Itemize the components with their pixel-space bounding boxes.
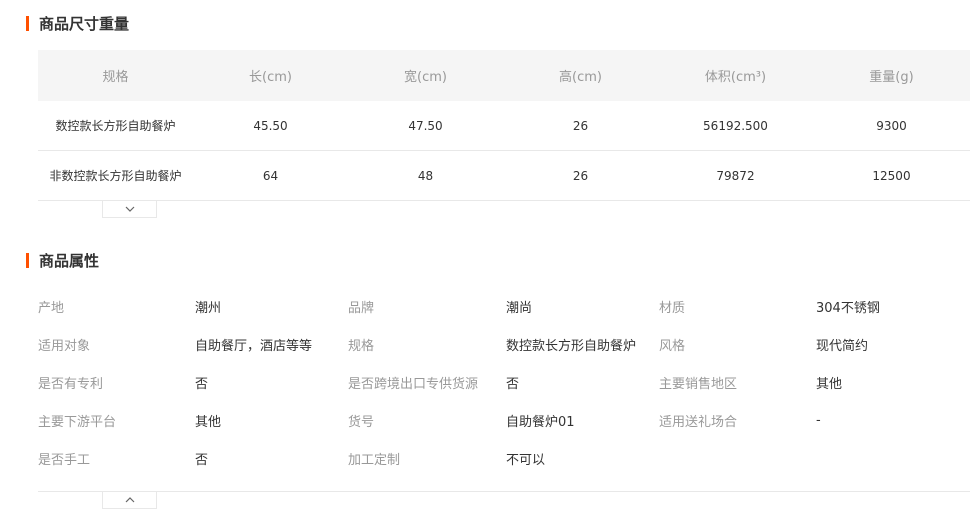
attr-label: 适用对象 <box>38 338 91 354</box>
size-cell-width: 48 <box>417 168 434 183</box>
attr-label: 是否跨境出口专供货源 <box>348 376 479 392</box>
attr-value: 否 <box>195 376 209 392</box>
attr-section-title: 商品属性 <box>26 251 100 270</box>
attr-value: 自助餐炉01 <box>506 414 575 430</box>
size-table: 规格 长(cm) 宽(cm) 高(cm) 体积(cm³) 重量(g) 数控款长方… <box>38 50 970 201</box>
attr-label: 主要销售地区 <box>659 376 738 392</box>
table-row: 非数控款长方形自助餐炉 64 48 26 79872 12500 <box>38 151 970 201</box>
attr-collapse-button[interactable] <box>102 492 157 509</box>
size-section-title-text: 商品尺寸重量 <box>39 14 130 33</box>
size-header-width: 宽(cm) <box>404 70 447 85</box>
attr-value: 数控款长方形自助餐炉 <box>506 338 637 354</box>
accent-bar <box>26 15 29 31</box>
attr-value: 其他 <box>816 376 843 392</box>
attr-value: 不可以 <box>506 452 546 468</box>
attr-label: 品牌 <box>348 300 375 316</box>
attr-row: 主要下游平台 其他 货号 自助餐炉01 适用送礼场合 - <box>38 401 970 439</box>
attr-row: 产地 潮州 品牌 潮尚 材质 304不锈钢 <box>38 287 970 325</box>
attr-row: 适用对象 自助餐厅，酒店等等 规格 数控款长方形自助餐炉 风格 现代简约 <box>38 325 970 363</box>
size-cell-volume: 56192.500 <box>703 118 768 133</box>
attr-value: 潮尚 <box>506 300 533 316</box>
attr-section-title-text: 商品属性 <box>39 251 100 270</box>
attr-value: 其他 <box>195 414 222 430</box>
table-row: 数控款长方形自助餐炉 45.50 47.50 26 56192.500 9300 <box>38 101 970 151</box>
size-cell-height: 26 <box>572 118 589 133</box>
attr-value: 潮州 <box>195 300 222 316</box>
size-header-spec: 规格 <box>102 70 129 85</box>
attr-label: 是否手工 <box>38 452 91 468</box>
attr-label: 规格 <box>348 338 375 354</box>
size-cell-width: 47.50 <box>408 118 443 133</box>
attr-value: 否 <box>195 452 209 468</box>
accent-bar <box>26 252 29 268</box>
attr-label: 材质 <box>659 300 686 316</box>
size-cell-height: 26 <box>572 168 589 183</box>
attr-label: 风格 <box>659 338 686 354</box>
attr-grid: 产地 潮州 品牌 潮尚 材质 304不锈钢 适用对象 自助餐厅，酒店等等 规格 … <box>38 287 970 477</box>
size-section-title: 商品尺寸重量 <box>26 14 130 33</box>
size-cell-weight: 12500 <box>872 168 911 183</box>
size-header-volume: 体积(cm³) <box>704 70 767 85</box>
attr-row: 是否有专利 否 是否跨境出口专供货源 否 主要销售地区 其他 <box>38 363 970 401</box>
size-table-header: 规格 长(cm) 宽(cm) 高(cm) 体积(cm³) 重量(g) <box>38 50 970 101</box>
attr-label: 适用送礼场合 <box>659 414 738 430</box>
attr-value: - <box>816 412 821 428</box>
attr-value: 否 <box>506 376 520 392</box>
size-header-length: 长(cm) <box>249 70 292 85</box>
attr-value: 自助餐厅，酒店等等 <box>195 338 313 354</box>
size-cell-spec: 非数控款长方形自助餐炉 <box>49 169 182 183</box>
size-cell-volume: 79872 <box>716 168 755 183</box>
attr-divider <box>38 491 970 492</box>
chevron-down-icon <box>125 206 134 212</box>
size-cell-weight: 9300 <box>876 118 907 133</box>
attr-label: 加工定制 <box>348 452 401 468</box>
size-cell-length: 64 <box>262 168 279 183</box>
chevron-up-icon <box>125 497 134 503</box>
attr-label: 主要下游平台 <box>38 414 117 430</box>
size-table-expand-button[interactable] <box>102 201 157 218</box>
attr-label: 货号 <box>348 414 375 430</box>
attr-row: 是否手工 否 加工定制 不可以 <box>38 439 970 477</box>
size-cell-length: 45.50 <box>253 118 288 133</box>
attr-value: 304不锈钢 <box>816 300 880 316</box>
attr-label: 是否有专利 <box>38 376 104 392</box>
size-cell-spec: 数控款长方形自助餐炉 <box>55 119 176 133</box>
attr-label: 产地 <box>38 300 65 316</box>
attr-value: 现代简约 <box>816 338 869 354</box>
size-header-weight: 重量(g) <box>869 70 914 85</box>
size-header-height: 高(cm) <box>559 70 602 85</box>
